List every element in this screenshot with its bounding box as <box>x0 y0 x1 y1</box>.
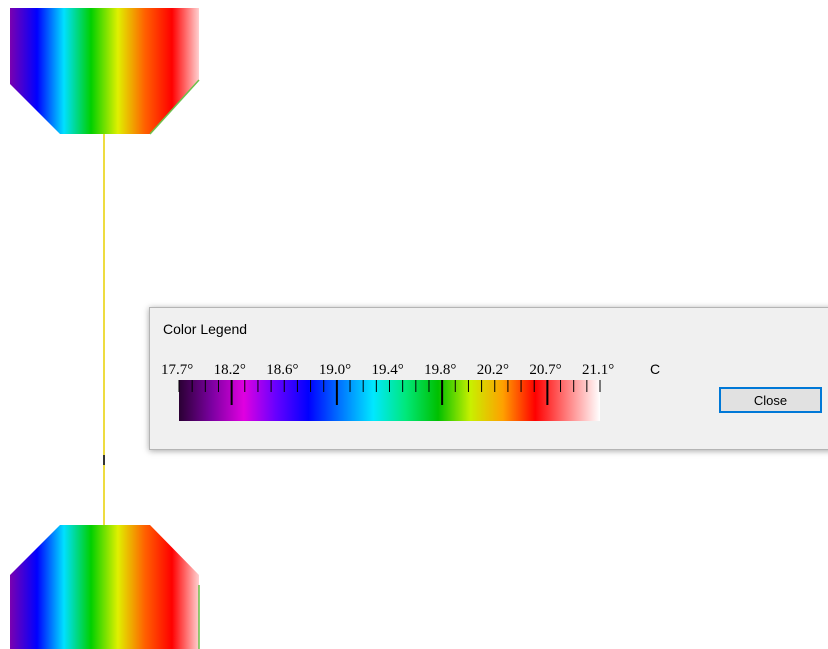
unit-label: C <box>650 361 660 377</box>
tick-label: 19.0° <box>319 362 351 378</box>
tick-label: 18.6° <box>266 362 298 378</box>
tick-labels: 17.7° 18.2° 18.6° 19.0° 19.4° 19.8° 20.2° 20.7°… <box>161 362 614 378</box>
wire-marker <box>103 455 105 465</box>
close-button[interactable]: Close <box>719 387 822 413</box>
bottom-flange <box>10 525 200 649</box>
tick-label: 18.2° <box>214 362 246 378</box>
tick-label: 20.2° <box>477 362 509 378</box>
tick-label: 19.8° <box>424 362 456 378</box>
tick-label: 20.7° <box>529 362 561 378</box>
color-legend-dialog: Color Legend 17.7° 18.2° 18.6° 19.0° 19.4° 19… <box>149 307 828 450</box>
tick-label: 19.4° <box>372 362 404 378</box>
tick-label: 17.7° <box>161 362 193 378</box>
tick-label: 21.1° <box>582 362 614 378</box>
top-flange <box>10 8 200 135</box>
color-legend-bar: 17.7° 18.2° 18.6° 19.0° 19.4° 19.8° 20.2° 20.7°… <box>161 361 660 421</box>
